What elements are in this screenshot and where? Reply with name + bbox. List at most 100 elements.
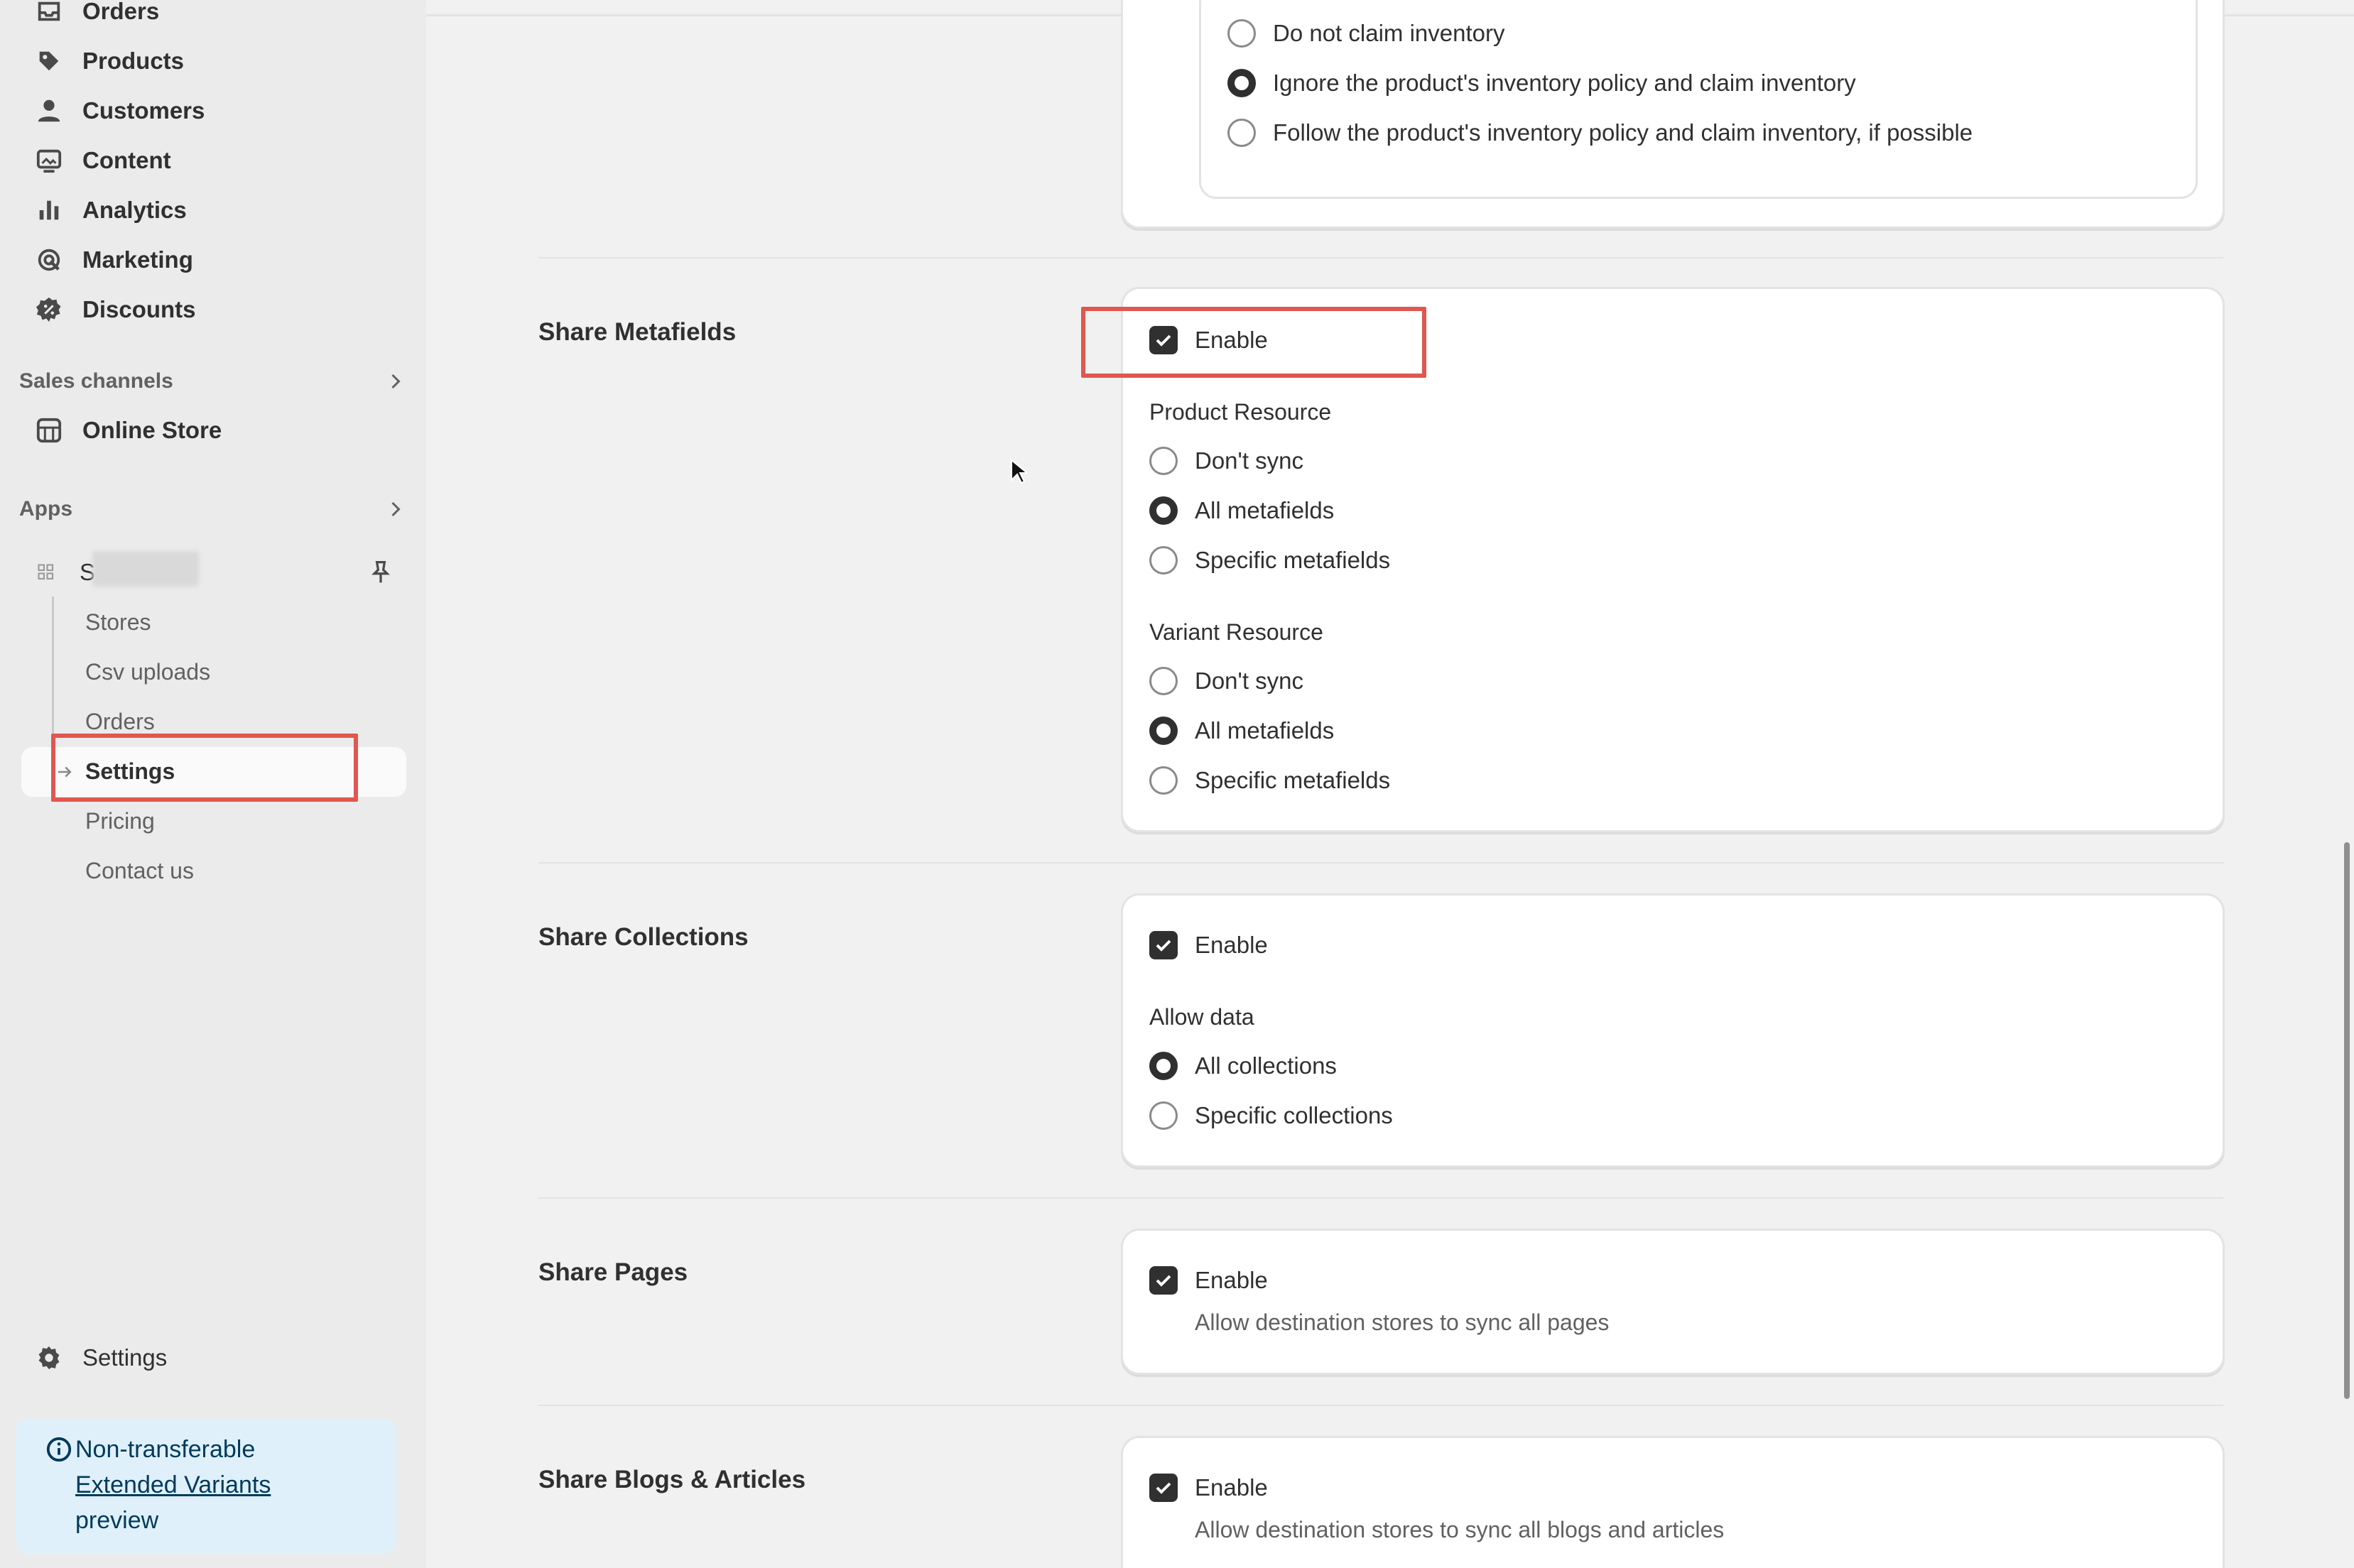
variant-option-1[interactable]: All metafields [1149,713,1334,748]
section-divider [538,862,2223,864]
banner-line3: preview [75,1507,159,1534]
checkbox-checked[interactable] [1149,931,1178,959]
check-icon [1156,1275,1171,1287]
app-entry[interactable]: S [36,552,391,592]
nav-products-label: Products [82,48,185,74]
sub-item-pricing[interactable]: Pricing [85,803,155,839]
radio-button-selected[interactable] [1149,1052,1178,1080]
option-label: All metafields [1195,717,1335,744]
nav-discounts[interactable]: Discounts [36,290,391,330]
enable-label: Enable [1195,1267,1268,1293]
variant-option-2[interactable]: Specific metafields [1149,763,1390,798]
sales-channels-label: Sales channels [19,369,173,393]
nav-analytics[interactable]: Analytics [36,190,391,230]
radio-button[interactable] [1149,447,1178,475]
highlight-settings [51,734,358,802]
app-icon [38,564,54,580]
allow-data-label: Allow data [1149,1004,1254,1030]
blogs-helper-text: Allow destination stores to sync all blo… [1195,1517,1725,1542]
collections-option-1[interactable]: Specific collections [1149,1098,1393,1133]
pages-enable-checkbox[interactable]: Enable [1149,1263,1268,1298]
chevron-right-icon [391,374,401,389]
inventory-option-1[interactable]: Ignore the product's inventory policy an… [1227,65,1856,101]
inventory-option-label: Do not claim inventory [1273,20,1505,46]
nav-marketing[interactable]: Marketing [36,240,391,280]
collections-enable-checkbox[interactable]: Enable [1149,927,1268,963]
sidebar: Orders Products Customers Content Analyt… [0,0,426,1568]
pages-helper-text: Allow destination stores to sync all pag… [1195,1310,1610,1335]
info-banner: Non-transferable Extended Variants previ… [16,1419,396,1554]
chevron-right-icon [391,501,401,517]
mouse-cursor-icon [1011,459,1027,484]
sub-nav-line [52,597,54,753]
nav-products[interactable]: Products [36,41,391,81]
option-label: All collections [1195,1052,1337,1079]
product-option-0[interactable]: Don't sync [1149,443,1303,479]
option-label: Specific collections [1195,1102,1393,1128]
radio-button[interactable] [1149,766,1178,795]
nav-customers-label: Customers [82,97,205,124]
option-label: Specific metafields [1195,547,1391,573]
nav-online-store[interactable]: Online Store [36,410,391,450]
product-option-2[interactable]: Specific metafields [1149,543,1390,578]
nav-content[interactable]: Content [36,141,391,180]
radio-button[interactable] [1149,546,1178,575]
apps-header[interactable]: Apps [19,491,406,527]
image-icon [36,149,62,173]
nav-orders[interactable]: Orders [36,0,391,31]
section-divider [538,1405,2223,1406]
inventory-option-label: Follow the product's inventory policy an… [1273,119,1973,146]
blurred-app-name [92,551,199,587]
radio-button-selected[interactable] [1149,496,1178,525]
blogs-enable-checkbox[interactable]: Enable [1149,1470,1268,1506]
blogs-title: Share Blogs & Articles [538,1466,806,1493]
variant-option-0[interactable]: Don't sync [1149,663,1303,699]
nav-analytics-label: Analytics [82,197,187,223]
radio-button[interactable] [1149,1101,1178,1130]
nav-settings[interactable]: Settings [36,1338,391,1378]
nav-settings-label: Settings [82,1344,168,1371]
inbox-icon [38,1,60,21]
option-label: Don't sync [1195,668,1304,694]
metafields-title: Share Metafields [538,318,737,346]
sub-item-csv-uploads[interactable]: Csv uploads [85,654,210,690]
discount-icon [36,297,61,322]
pages-card [1121,1229,2225,1375]
inventory-option-2[interactable]: Follow the product's inventory policy an… [1227,115,1973,151]
radio-button[interactable] [1227,19,1256,48]
radio-button-selected[interactable] [1149,717,1178,745]
info-icon [46,1437,72,1462]
bar-chart-icon [39,200,59,220]
sub-item-contact-us[interactable]: Contact us [85,853,194,888]
option-label: Don't sync [1195,447,1304,474]
nav-customers[interactable]: Customers [36,91,391,131]
extended-variants-link[interactable]: Extended Variants [75,1467,396,1503]
sales-channels-header[interactable]: Sales channels [19,364,406,399]
checkbox-checked[interactable] [1149,1266,1178,1295]
blogs-card [1121,1436,2225,1568]
inventory-option-0[interactable]: Do not claim inventory [1227,16,1504,51]
nav-orders-label: Orders [82,0,160,24]
scrollbar[interactable] [2344,842,2350,1399]
check-icon [1156,1482,1171,1494]
banner-line1: Non-transferable [75,1436,256,1463]
radio-button-selected[interactable] [1227,69,1256,97]
nav-content-label: Content [82,147,171,173]
store-icon [36,418,62,443]
collections-title: Share Collections [538,923,749,951]
section-divider [538,257,2223,258]
option-label: All metafields [1195,497,1335,523]
check-icon [1156,940,1171,952]
nav-marketing-label: Marketing [82,246,193,273]
pin-icon[interactable] [368,560,394,585]
product-option-1[interactable]: All metafields [1149,493,1334,528]
enable-label: Enable [1195,1474,1268,1501]
radio-button[interactable] [1227,119,1256,147]
collections-option-0[interactable]: All collections [1149,1048,1337,1084]
checkbox-checked[interactable] [1149,1474,1178,1502]
person-icon [38,99,60,122]
product-resource-label: Product Resource [1149,399,1332,425]
apps-label: Apps [19,497,72,521]
radio-button[interactable] [1149,667,1178,695]
sub-item-stores[interactable]: Stores [85,604,151,640]
